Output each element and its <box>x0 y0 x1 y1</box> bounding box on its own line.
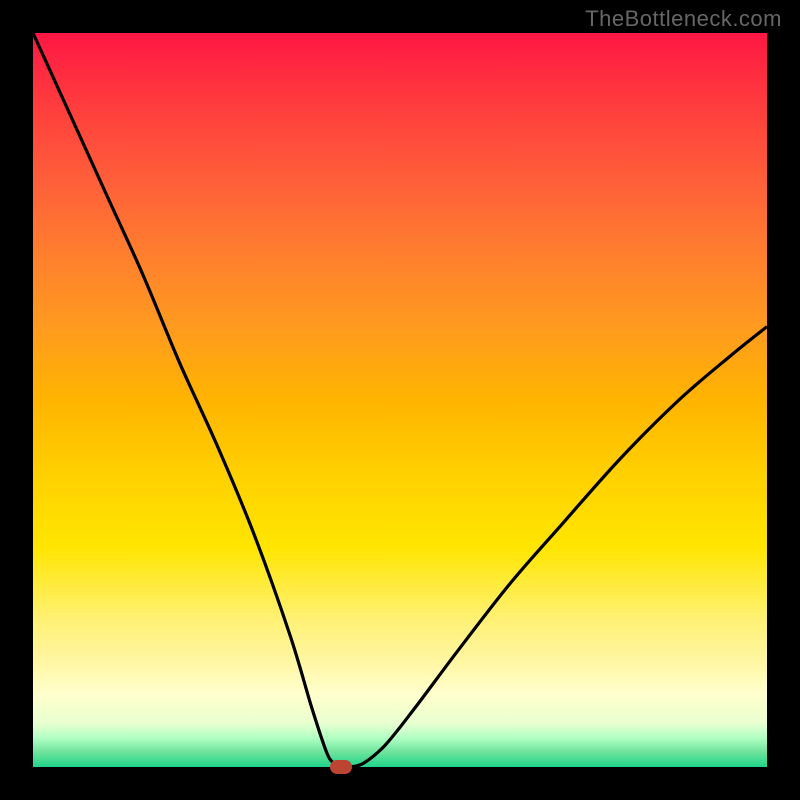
bottleneck-curve <box>33 33 767 767</box>
optimal-point-marker <box>330 760 352 774</box>
watermark-text: TheBottleneck.com <box>585 6 782 32</box>
chart-plot-area <box>33 33 767 767</box>
